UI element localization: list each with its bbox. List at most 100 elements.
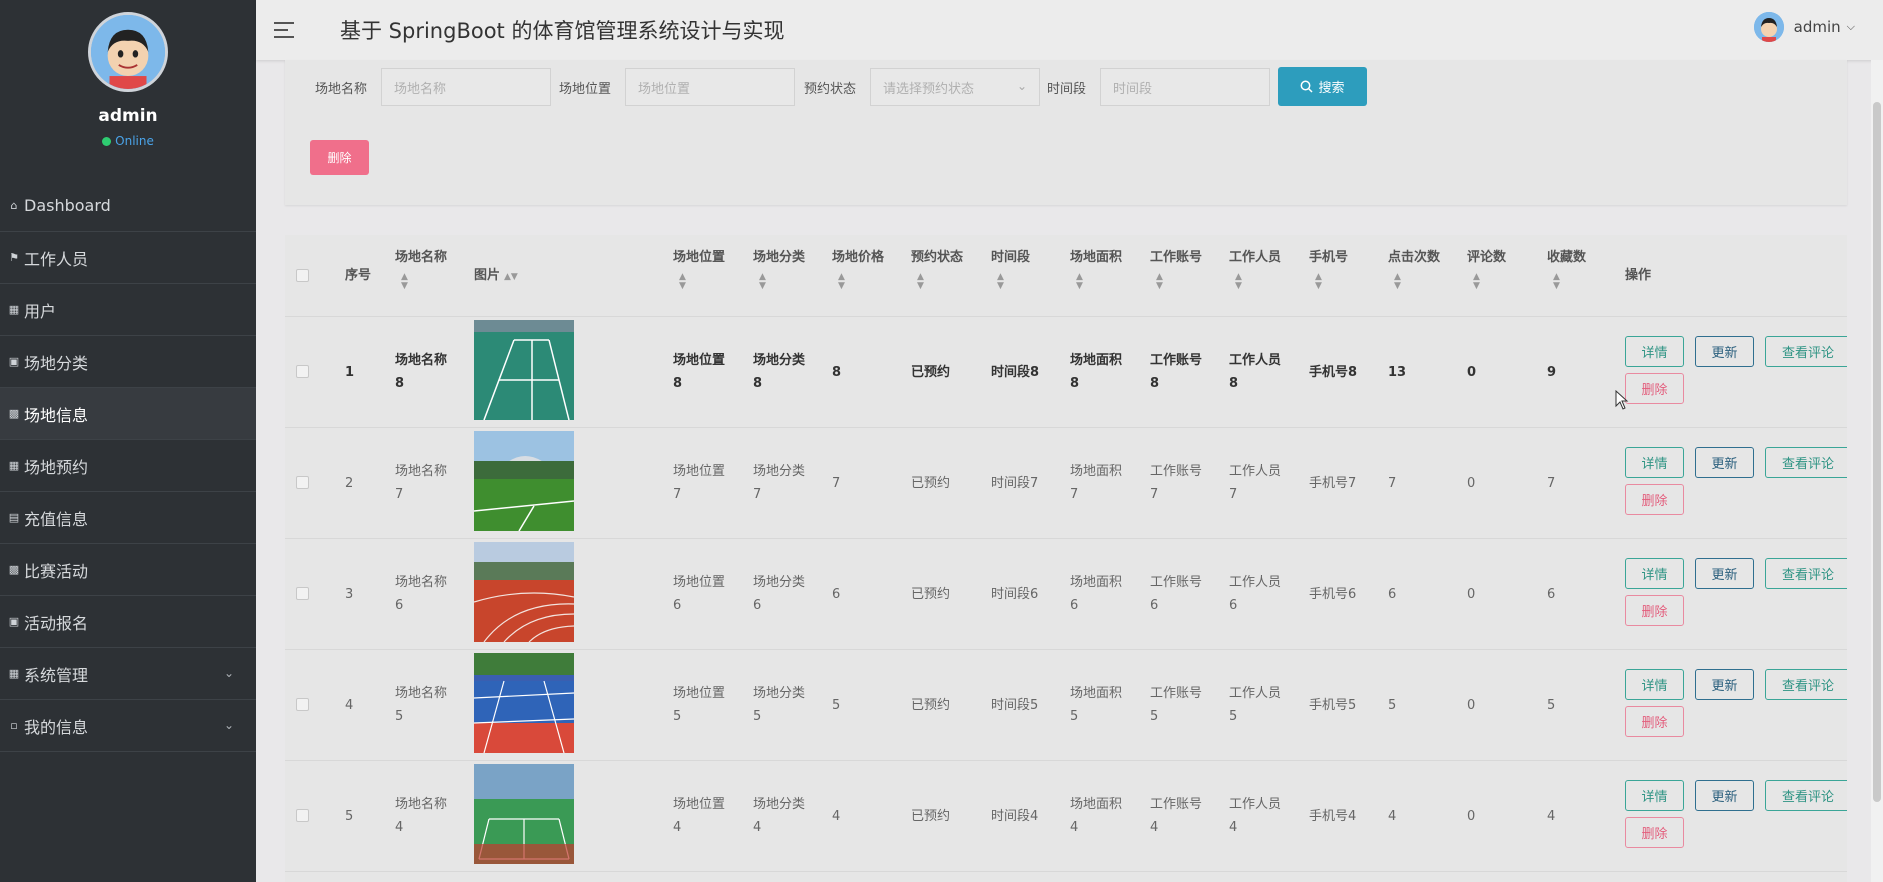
sort-icon[interactable]: ▲▼ — [1229, 273, 1281, 291]
sidebar-item-label: 工作人员 — [24, 249, 89, 269]
booking-status-select[interactable]: 请选择预约状态 ⌄ — [870, 68, 1040, 106]
sidebar-item-4[interactable]: ▩ 场地信息 — [0, 388, 256, 440]
delete-button[interactable]: 删除 — [1625, 706, 1684, 737]
delete-button[interactable]: 删除 — [1625, 817, 1684, 848]
sidebar-item-8[interactable]: ▣ 活动报名 — [0, 596, 256, 648]
view-reviews-button[interactable]: 查看评论 — [1765, 336, 1847, 367]
delete-button[interactable]: 删除 — [1625, 484, 1684, 515]
sidebar-item-7[interactable]: ▩ 比赛活动 — [0, 544, 256, 596]
sort-icon[interactable]: ▲▼ — [1467, 273, 1506, 291]
scrollbar-thumb[interactable] — [1873, 102, 1881, 802]
sort-icon[interactable]: ▲▼ — [1388, 273, 1440, 291]
delete-button[interactable]: 删除 — [1625, 595, 1684, 626]
select-all-checkbox[interactable] — [296, 269, 309, 282]
sidebar-item-3[interactable]: ▣ 场地分类 — [0, 336, 256, 388]
update-button[interactable]: 更新 — [1695, 447, 1754, 478]
detail-button[interactable]: 详情 — [1625, 336, 1684, 367]
sort-icon[interactable]: ▲▼ — [395, 273, 447, 291]
col-phone[interactable]: 手机号 ▲ ▼ — [1309, 247, 1348, 291]
venue-image[interactable] — [474, 431, 574, 531]
col-category[interactable]: 场地分类 ▲ ▼ — [753, 247, 805, 291]
avatar[interactable] — [88, 12, 168, 92]
cell-venue-name-suffix: 4 — [395, 820, 404, 835]
menu-toggle-icon[interactable] — [274, 22, 296, 38]
sort-icon[interactable]: ▲▼ — [1070, 273, 1122, 291]
view-reviews-button[interactable]: 查看评论 — [1765, 669, 1847, 700]
view-reviews-button[interactable]: 查看评论 — [1765, 447, 1847, 478]
row-checkbox[interactable] — [296, 698, 309, 711]
update-button[interactable]: 更新 — [1695, 669, 1754, 700]
sidebar-item-5[interactable]: ▦ 场地预约 — [0, 440, 256, 492]
sidebar-item-6[interactable]: ▤ 充值信息 — [0, 492, 256, 544]
page-scrollbar[interactable] — [1871, 60, 1883, 882]
header-username[interactable]: admin — [1794, 18, 1841, 36]
venue-image[interactable] — [474, 320, 574, 420]
update-button[interactable]: 更新 — [1695, 558, 1754, 589]
view-reviews-button[interactable]: 查看评论 — [1765, 558, 1847, 589]
col-location[interactable]: 场地位置 ▲ ▼ — [673, 247, 725, 291]
header-avatar[interactable] — [1753, 12, 1784, 42]
col-comments[interactable]: 评论数 ▲ ▼ — [1467, 247, 1506, 291]
cell-index: 2 — [345, 476, 354, 491]
sort-icon[interactable]: ▲▼ — [832, 273, 884, 291]
sort-icon[interactable]: ▲▼ — [673, 273, 725, 291]
col-favorites[interactable]: 收藏数 ▲ ▼ — [1547, 247, 1586, 291]
update-button[interactable]: 更新 — [1695, 780, 1754, 811]
venue-image[interactable] — [474, 653, 574, 753]
sort-icon[interactable]: ▲▼ — [1309, 273, 1348, 291]
sidebar-item-2[interactable]: ▦ 用户 — [0, 284, 256, 336]
time-slot-input[interactable]: 时间段 — [1100, 68, 1270, 106]
cell-staff-suffix: 6 — [1229, 598, 1238, 613]
sidebar-item-0[interactable]: ⌂ Dashboard — [0, 180, 256, 232]
cell-category: 场地分类 5 — [753, 682, 805, 728]
user-menu[interactable]: admin ⌵ — [1753, 12, 1855, 42]
row-checkbox[interactable] — [296, 587, 309, 600]
row-checkbox[interactable] — [296, 809, 309, 822]
update-button[interactable]: 更新 — [1695, 336, 1754, 367]
bulk-delete-button[interactable]: 删除 — [310, 140, 369, 175]
detail-button[interactable]: 详情 — [1625, 780, 1684, 811]
col-image[interactable]: 图片 ▲▼ — [474, 265, 518, 288]
col-account[interactable]: 工作账号 ▲ ▼ — [1150, 247, 1202, 291]
row-checkbox[interactable] — [296, 476, 309, 489]
detail-button[interactable]: 详情 — [1625, 558, 1684, 589]
col-clicks[interactable]: 点击次数 ▲ ▼ — [1388, 247, 1440, 291]
col-area[interactable]: 场地面积 ▲ ▼ — [1070, 247, 1122, 291]
cell-account: 工作账号 6 — [1150, 571, 1202, 617]
cell-category-text: 场地分类 — [753, 464, 806, 479]
col-staff[interactable]: 工作人员 ▲ ▼ — [1229, 247, 1281, 291]
col-status[interactable]: 预约状态 ▲ ▼ — [911, 247, 963, 291]
sidebar-item-9[interactable]: ▦ 系统管理 ⌄ — [0, 648, 256, 700]
sort-icon[interactable]: ▲▼ — [991, 273, 1030, 291]
col-time-slot[interactable]: 时间段 ▲ ▼ — [991, 247, 1030, 291]
sort-icon[interactable]: ▲▼ — [504, 272, 518, 282]
detail-button[interactable]: 详情 — [1625, 669, 1684, 700]
chevron-down-icon[interactable]: ⌵ — [1847, 20, 1855, 34]
col-price[interactable]: 场地价格 ▲ ▼ — [832, 247, 884, 291]
sort-icon[interactable]: ▲▼ — [1547, 273, 1586, 291]
search-button[interactable]: 搜索 — [1278, 67, 1367, 106]
venue-name-input[interactable]: 场地名称 — [381, 68, 551, 106]
col-category-label: 场地分类 — [753, 250, 806, 265]
cell-index: 4 — [345, 698, 354, 713]
delete-button[interactable]: 删除 — [1625, 373, 1684, 404]
sort-icon[interactable]: ▲▼ — [753, 273, 805, 291]
cell-status: 已预约 — [911, 587, 951, 602]
view-reviews-button[interactable]: 查看评论 — [1765, 780, 1847, 811]
cell-account-text: 工作账号 — [1150, 464, 1203, 479]
col-venue-name[interactable]: 场地名称 ▲ ▼ — [395, 247, 447, 291]
chevron-down-icon[interactable]: ⌄ — [224, 666, 234, 680]
venue-image[interactable] — [474, 542, 574, 642]
sidebar-user: admin Online — [0, 0, 256, 180]
row-checkbox[interactable] — [296, 365, 309, 378]
sort-icon[interactable]: ▲▼ — [1150, 273, 1202, 291]
venue-image[interactable] — [474, 764, 574, 864]
cell-area-text: 场地面积 — [1070, 797, 1123, 812]
detail-button[interactable]: 详情 — [1625, 447, 1684, 478]
chevron-down-icon[interactable]: ⌄ — [224, 718, 234, 732]
sidebar-item-1[interactable]: ⚑ 工作人员 — [0, 232, 256, 284]
sort-icon[interactable]: ▲▼ — [911, 273, 963, 291]
sidebar-item-10[interactable]: ▫ 我的信息 ⌄ — [0, 700, 256, 752]
cell-category-text: 场地分类 — [753, 353, 806, 368]
venue-location-input[interactable]: 场地位置 — [625, 68, 795, 106]
